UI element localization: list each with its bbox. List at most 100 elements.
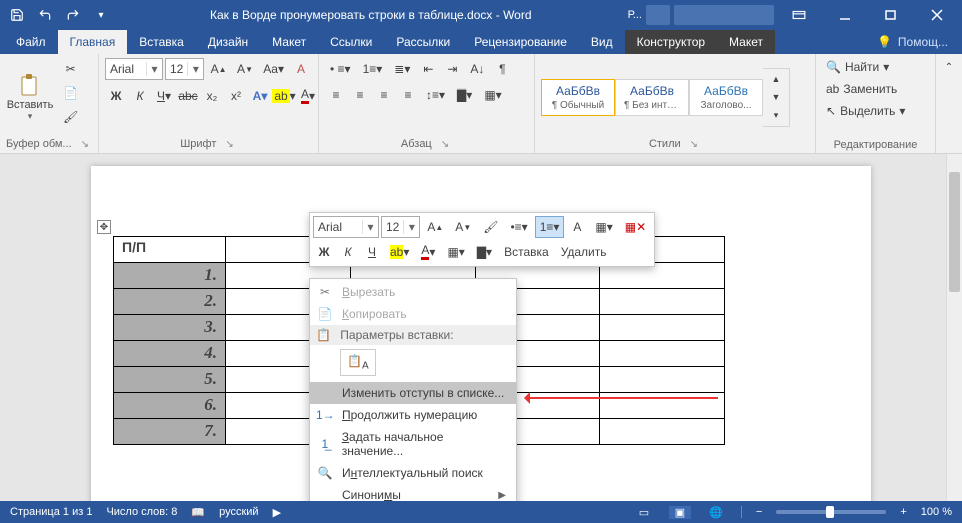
collapse-ribbon-button[interactable]: ⌃	[938, 56, 960, 78]
text-effects-button[interactable]: A▾	[249, 85, 271, 107]
paste-keep-text-button[interactable]: 📋A	[340, 349, 376, 376]
status-language[interactable]: русский	[219, 506, 258, 518]
status-page[interactable]: Страница 1 из 1	[10, 506, 92, 518]
styles-more[interactable]: ▾	[765, 107, 787, 124]
mini-italic[interactable]: К	[337, 241, 359, 263]
cell-number[interactable]: 7.	[114, 419, 226, 445]
style-no-spacing[interactable]: АаБбВв ¶ Без инте...	[615, 79, 689, 116]
mini-styles[interactable]: A	[566, 216, 588, 238]
align-center-button[interactable]: ≡	[349, 84, 371, 106]
mini-numbering[interactable]: 1≡▾	[535, 216, 565, 238]
font-color-button[interactable]: A▾	[297, 84, 319, 107]
font-name-combo[interactable]: Arial▾	[105, 58, 163, 80]
zoom-out-button[interactable]: −	[756, 506, 762, 518]
clipboard-launcher[interactable]: ↘	[78, 138, 92, 151]
highlight-button[interactable]: ab▾	[273, 85, 295, 107]
align-right-button[interactable]: ≡	[373, 84, 395, 106]
replace-button[interactable]: abЗаменить	[822, 80, 929, 98]
mini-table-delete-menu[interactable]: ▦✕	[620, 216, 651, 238]
cell-number[interactable]: 3.	[114, 315, 226, 341]
mini-table-insert-menu[interactable]: ▦▾	[590, 216, 617, 238]
cell-number[interactable]: 4.	[114, 341, 226, 367]
status-proofing[interactable]: 📖	[191, 506, 205, 519]
cell[interactable]	[600, 289, 725, 315]
tab-mailings[interactable]: Рассылки	[384, 30, 462, 54]
cell[interactable]	[600, 419, 725, 445]
paragraph-launcher[interactable]: ↘	[438, 138, 452, 151]
styles-launcher[interactable]: ↘	[687, 138, 701, 151]
menu-set-numbering-value[interactable]: 1̲ Задать начальное значение...	[310, 426, 516, 462]
sort-button[interactable]: A↓	[465, 58, 489, 80]
tab-insert[interactable]: Вставка	[127, 30, 196, 54]
zoom-in-button[interactable]: +	[900, 506, 906, 518]
cell[interactable]	[600, 341, 725, 367]
cell-number[interactable]: 1.	[114, 263, 226, 289]
menu-adjust-list-indents[interactable]: Изменить отступы в списке...	[310, 382, 516, 404]
qat-customize-button[interactable]: ▾	[88, 2, 114, 28]
decrease-indent-button[interactable]: ⇤	[417, 58, 439, 80]
redo-button[interactable]	[60, 2, 86, 28]
cell[interactable]	[600, 367, 725, 393]
numbering-button[interactable]: 1≡▾	[358, 58, 388, 80]
menu-copy[interactable]: 📄 Копировать	[310, 303, 516, 325]
account-label[interactable]: Р...	[628, 9, 642, 21]
mini-insert-cells[interactable]: Вставка	[499, 241, 554, 263]
mini-highlight[interactable]: ab▾	[385, 241, 414, 263]
mini-shrink-font[interactable]: A▼	[450, 216, 476, 238]
style-normal[interactable]: АаБбВв ¶ Обычный	[541, 79, 615, 116]
copy-button[interactable]: 📄	[58, 82, 83, 104]
tab-home[interactable]: Главная	[58, 30, 128, 54]
underline-button[interactable]: Ч▾	[153, 85, 175, 107]
tab-table-design[interactable]: Конструктор	[625, 30, 717, 54]
increase-indent-button[interactable]: ⇥	[441, 58, 463, 80]
select-button[interactable]: ↖Выделить ▾	[822, 102, 929, 120]
mini-borders[interactable]: ▦▾	[442, 241, 469, 263]
align-left-button[interactable]: ≡	[325, 84, 347, 106]
find-button[interactable]: 🔍Найти ▾	[822, 58, 929, 76]
mini-shading[interactable]: ▇▾	[472, 241, 497, 263]
minimize-button[interactable]	[824, 0, 866, 30]
view-print-layout[interactable]: ▣	[669, 506, 691, 519]
bold-button[interactable]: Ж	[105, 85, 127, 107]
justify-button[interactable]: ≡	[397, 84, 419, 106]
font-launcher[interactable]: ↘	[222, 138, 236, 151]
account-name-box[interactable]	[674, 5, 774, 25]
styles-scroll-up[interactable]: ▲	[765, 71, 787, 87]
tab-view[interactable]: Вид	[579, 30, 625, 54]
italic-button[interactable]: К	[129, 85, 151, 107]
mini-font-size[interactable]: 12▾	[381, 216, 420, 238]
zoom-level[interactable]: 100 %	[921, 506, 952, 518]
menu-cut[interactable]: ✂ Вырезать	[310, 281, 516, 303]
save-button[interactable]	[4, 2, 30, 28]
bullets-button[interactable]: • ≡▾	[325, 58, 356, 80]
superscript-button[interactable]: x²	[225, 85, 247, 107]
undo-button[interactable]	[32, 2, 58, 28]
mini-bold[interactable]: Ж	[313, 241, 335, 263]
style-heading1[interactable]: АаБбВв Заголово...	[689, 79, 763, 116]
tab-design[interactable]: Дизайн	[196, 30, 260, 54]
strike-button[interactable]: abc	[177, 85, 199, 107]
cell-number[interactable]: 5.	[114, 367, 226, 393]
tab-file[interactable]: Файл	[4, 30, 58, 54]
multilevel-button[interactable]: ≣▾	[389, 58, 415, 80]
scrollbar-thumb[interactable]	[949, 172, 960, 292]
tab-review[interactable]: Рецензирование	[462, 30, 579, 54]
menu-continue-numbering[interactable]: 1→ Продолжить нумерацию	[310, 404, 516, 426]
line-spacing-button[interactable]: ↕≡▾	[421, 84, 450, 106]
mini-grow-font[interactable]: A▲	[422, 216, 448, 238]
shading-button[interactable]: ▇▾	[452, 84, 477, 106]
close-button[interactable]	[916, 0, 958, 30]
mini-bullets[interactable]: •≡▾	[505, 216, 532, 238]
status-words[interactable]: Число слов: 8	[106, 506, 177, 518]
zoom-thumb[interactable]	[826, 506, 834, 518]
tell-me[interactable]: 💡 Помощ...	[863, 30, 962, 54]
tab-table-layout[interactable]: Макет	[717, 30, 775, 54]
cut-button[interactable]: ✂	[58, 58, 83, 80]
mini-delete-cells[interactable]: Удалить	[556, 241, 612, 263]
shrink-font-button[interactable]: A▼	[233, 58, 257, 80]
account-avatar[interactable]	[646, 5, 670, 25]
subscript-button[interactable]: x₂	[201, 85, 223, 107]
mini-font-name[interactable]: Arial▾	[313, 216, 379, 238]
zoom-slider[interactable]	[776, 510, 886, 514]
styles-scroll-down[interactable]: ▼	[765, 89, 787, 105]
